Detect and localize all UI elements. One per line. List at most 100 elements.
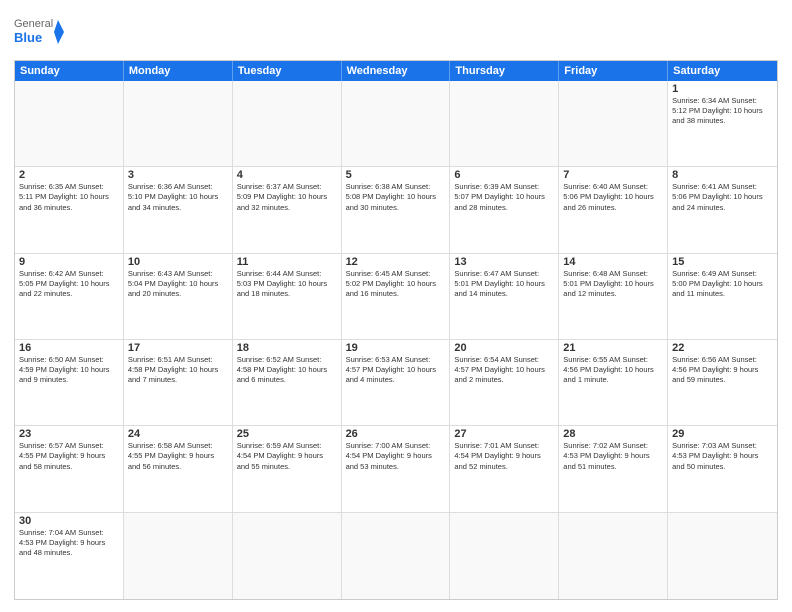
- cell-day-number: 27: [454, 428, 554, 440]
- cell-day-number: 10: [128, 256, 228, 268]
- calendar-cell: [124, 513, 233, 599]
- day-header: Wednesday: [342, 61, 451, 81]
- day-header: Sunday: [15, 61, 124, 81]
- cell-info: Sunrise: 6:57 AM Sunset: 4:55 PM Dayligh…: [19, 441, 119, 471]
- cell-day-number: 7: [563, 169, 663, 181]
- svg-text:Blue: Blue: [14, 30, 42, 45]
- cell-day-number: 21: [563, 342, 663, 354]
- calendar-cell: 16Sunrise: 6:50 AM Sunset: 4:59 PM Dayli…: [15, 340, 124, 426]
- cell-day-number: 15: [672, 256, 773, 268]
- calendar-cell: 29Sunrise: 7:03 AM Sunset: 4:53 PM Dayli…: [668, 426, 777, 512]
- calendar-cell: 20Sunrise: 6:54 AM Sunset: 4:57 PM Dayli…: [450, 340, 559, 426]
- cell-day-number: 29: [672, 428, 773, 440]
- calendar-cell: [233, 81, 342, 167]
- cell-info: Sunrise: 7:03 AM Sunset: 4:53 PM Dayligh…: [672, 441, 773, 471]
- day-headers: SundayMondayTuesdayWednesdayThursdayFrid…: [15, 61, 777, 81]
- generalblue-logo: General Blue: [14, 12, 64, 52]
- cell-info: Sunrise: 6:43 AM Sunset: 5:04 PM Dayligh…: [128, 269, 228, 299]
- calendar-cell: 1Sunrise: 6:34 AM Sunset: 5:12 PM Daylig…: [668, 81, 777, 167]
- calendar-cell: 3Sunrise: 6:36 AM Sunset: 5:10 PM Daylig…: [124, 167, 233, 253]
- cell-day-number: 5: [346, 169, 446, 181]
- cell-day-number: 9: [19, 256, 119, 268]
- day-header: Friday: [559, 61, 668, 81]
- calendar-cell: 14Sunrise: 6:48 AM Sunset: 5:01 PM Dayli…: [559, 254, 668, 340]
- calendar-cell: [342, 513, 451, 599]
- calendar-cell: 9Sunrise: 6:42 AM Sunset: 5:05 PM Daylig…: [15, 254, 124, 340]
- calendar-cell: 8Sunrise: 6:41 AM Sunset: 5:06 PM Daylig…: [668, 167, 777, 253]
- calendar-cell: 12Sunrise: 6:45 AM Sunset: 5:02 PM Dayli…: [342, 254, 451, 340]
- day-header: Thursday: [450, 61, 559, 81]
- calendar-cell: 19Sunrise: 6:53 AM Sunset: 4:57 PM Dayli…: [342, 340, 451, 426]
- cell-day-number: 24: [128, 428, 228, 440]
- calendar-cell: 17Sunrise: 6:51 AM Sunset: 4:58 PM Dayli…: [124, 340, 233, 426]
- day-header: Tuesday: [233, 61, 342, 81]
- cell-day-number: 28: [563, 428, 663, 440]
- cell-info: Sunrise: 6:59 AM Sunset: 4:54 PM Dayligh…: [237, 441, 337, 471]
- cell-info: Sunrise: 7:00 AM Sunset: 4:54 PM Dayligh…: [346, 441, 446, 471]
- calendar-page: General Blue SundayMondayTuesdayWednesda…: [0, 0, 792, 612]
- cell-info: Sunrise: 6:51 AM Sunset: 4:58 PM Dayligh…: [128, 355, 228, 385]
- calendar-cell: 5Sunrise: 6:38 AM Sunset: 5:08 PM Daylig…: [342, 167, 451, 253]
- calendar-cell: 7Sunrise: 6:40 AM Sunset: 5:06 PM Daylig…: [559, 167, 668, 253]
- cell-info: Sunrise: 7:04 AM Sunset: 4:53 PM Dayligh…: [19, 528, 119, 558]
- cell-day-number: 30: [19, 515, 119, 527]
- cell-day-number: 22: [672, 342, 773, 354]
- cell-day-number: 8: [672, 169, 773, 181]
- cell-day-number: 19: [346, 342, 446, 354]
- calendar-cell: 30Sunrise: 7:04 AM Sunset: 4:53 PM Dayli…: [15, 513, 124, 599]
- cell-day-number: 16: [19, 342, 119, 354]
- cell-info: Sunrise: 6:54 AM Sunset: 4:57 PM Dayligh…: [454, 355, 554, 385]
- cell-info: Sunrise: 6:56 AM Sunset: 4:56 PM Dayligh…: [672, 355, 773, 385]
- calendar-grid: 1Sunrise: 6:34 AM Sunset: 5:12 PM Daylig…: [15, 81, 777, 599]
- calendar-cell: 28Sunrise: 7:02 AM Sunset: 4:53 PM Dayli…: [559, 426, 668, 512]
- cell-day-number: 20: [454, 342, 554, 354]
- calendar-cell: [668, 513, 777, 599]
- cell-day-number: 14: [563, 256, 663, 268]
- calendar-cell: 18Sunrise: 6:52 AM Sunset: 4:58 PM Dayli…: [233, 340, 342, 426]
- cell-info: Sunrise: 6:40 AM Sunset: 5:06 PM Dayligh…: [563, 182, 663, 212]
- calendar-cell: [342, 81, 451, 167]
- calendar-cell: 10Sunrise: 6:43 AM Sunset: 5:04 PM Dayli…: [124, 254, 233, 340]
- day-header: Saturday: [668, 61, 777, 81]
- calendar-cell: [124, 81, 233, 167]
- calendar: SundayMondayTuesdayWednesdayThursdayFrid…: [14, 60, 778, 600]
- calendar-cell: 26Sunrise: 7:00 AM Sunset: 4:54 PM Dayli…: [342, 426, 451, 512]
- cell-info: Sunrise: 6:37 AM Sunset: 5:09 PM Dayligh…: [237, 182, 337, 212]
- cell-day-number: 3: [128, 169, 228, 181]
- cell-day-number: 1: [672, 83, 773, 95]
- cell-info: Sunrise: 6:47 AM Sunset: 5:01 PM Dayligh…: [454, 269, 554, 299]
- cell-info: Sunrise: 6:38 AM Sunset: 5:08 PM Dayligh…: [346, 182, 446, 212]
- calendar-cell: 22Sunrise: 6:56 AM Sunset: 4:56 PM Dayli…: [668, 340, 777, 426]
- calendar-cell: 6Sunrise: 6:39 AM Sunset: 5:07 PM Daylig…: [450, 167, 559, 253]
- calendar-cell: 23Sunrise: 6:57 AM Sunset: 4:55 PM Dayli…: [15, 426, 124, 512]
- calendar-cell: 27Sunrise: 7:01 AM Sunset: 4:54 PM Dayli…: [450, 426, 559, 512]
- cell-info: Sunrise: 6:34 AM Sunset: 5:12 PM Dayligh…: [672, 96, 773, 126]
- cell-info: Sunrise: 6:45 AM Sunset: 5:02 PM Dayligh…: [346, 269, 446, 299]
- cell-info: Sunrise: 6:58 AM Sunset: 4:55 PM Dayligh…: [128, 441, 228, 471]
- cell-info: Sunrise: 6:53 AM Sunset: 4:57 PM Dayligh…: [346, 355, 446, 385]
- cell-info: Sunrise: 6:49 AM Sunset: 5:00 PM Dayligh…: [672, 269, 773, 299]
- calendar-cell: [233, 513, 342, 599]
- calendar-cell: 13Sunrise: 6:47 AM Sunset: 5:01 PM Dayli…: [450, 254, 559, 340]
- calendar-cell: 11Sunrise: 6:44 AM Sunset: 5:03 PM Dayli…: [233, 254, 342, 340]
- cell-day-number: 11: [237, 256, 337, 268]
- cell-info: Sunrise: 6:35 AM Sunset: 5:11 PM Dayligh…: [19, 182, 119, 212]
- cell-day-number: 25: [237, 428, 337, 440]
- cell-info: Sunrise: 6:44 AM Sunset: 5:03 PM Dayligh…: [237, 269, 337, 299]
- calendar-cell: [15, 81, 124, 167]
- cell-day-number: 6: [454, 169, 554, 181]
- cell-day-number: 23: [19, 428, 119, 440]
- cell-day-number: 17: [128, 342, 228, 354]
- cell-info: Sunrise: 6:36 AM Sunset: 5:10 PM Dayligh…: [128, 182, 228, 212]
- calendar-cell: [450, 81, 559, 167]
- cell-day-number: 26: [346, 428, 446, 440]
- cell-day-number: 4: [237, 169, 337, 181]
- cell-day-number: 18: [237, 342, 337, 354]
- calendar-cell: 24Sunrise: 6:58 AM Sunset: 4:55 PM Dayli…: [124, 426, 233, 512]
- cell-info: Sunrise: 6:41 AM Sunset: 5:06 PM Dayligh…: [672, 182, 773, 212]
- cell-info: Sunrise: 6:55 AM Sunset: 4:56 PM Dayligh…: [563, 355, 663, 385]
- calendar-cell: 25Sunrise: 6:59 AM Sunset: 4:54 PM Dayli…: [233, 426, 342, 512]
- calendar-cell: 2Sunrise: 6:35 AM Sunset: 5:11 PM Daylig…: [15, 167, 124, 253]
- calendar-cell: 4Sunrise: 6:37 AM Sunset: 5:09 PM Daylig…: [233, 167, 342, 253]
- calendar-cell: [450, 513, 559, 599]
